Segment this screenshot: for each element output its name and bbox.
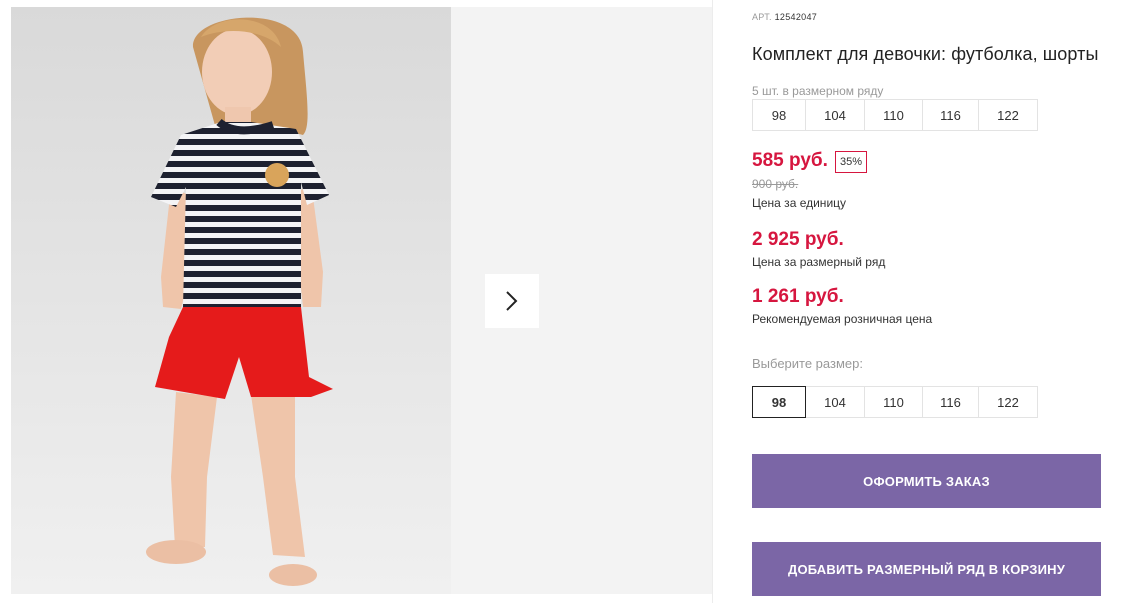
pack-size: 116 <box>922 99 979 131</box>
product-gallery <box>11 7 712 594</box>
discount-badge: 35% <box>835 151 868 173</box>
old-price: 900 руб. <box>752 177 799 191</box>
product-title: Комплект для девочки: футболка, шорты <box>752 44 1099 64</box>
size-option-116[interactable]: 116 <box>922 386 979 418</box>
sku: АРТ. 12542047 <box>752 12 817 22</box>
pack-price-caption: Цена за размерный ряд <box>752 255 886 269</box>
pack-size: 98 <box>752 99 806 131</box>
size-selector: 98 104 110 116 122 <box>752 386 1038 418</box>
retail-price: 1 261 руб. <box>752 286 844 307</box>
pack-size: 110 <box>864 99 923 131</box>
pack-price: 2 925 руб. <box>752 229 844 250</box>
order-button[interactable]: ОФОРМИТЬ ЗАКАЗ <box>752 454 1101 508</box>
choose-size-label: Выберите размер: <box>752 356 863 371</box>
product-photo-illustration <box>11 7 451 594</box>
retail-price-caption: Рекомендуемая розничная цена <box>752 312 933 326</box>
size-option-104[interactable]: 104 <box>805 386 865 418</box>
add-pack-to-cart-button[interactable]: ДОБАВИТЬ РАЗМЕРНЫЙ РЯД В КОРЗИНУ <box>752 542 1101 596</box>
pack-note: 5 шт. в размерном ряду <box>752 84 884 98</box>
divider <box>712 0 713 603</box>
unit-price: 585 руб. <box>752 150 828 171</box>
pack-size-list: 98 104 110 116 122 <box>752 99 1038 131</box>
sku-label: АРТ. <box>752 12 772 22</box>
sku-number: 12542047 <box>774 12 818 22</box>
chevron-right-icon <box>506 291 518 311</box>
size-option-122[interactable]: 122 <box>978 386 1038 418</box>
unit-price-caption: Цена за единицу <box>752 196 847 210</box>
gallery-next-button[interactable] <box>485 274 539 328</box>
pack-size: 122 <box>978 99 1038 131</box>
product-photo[interactable] <box>11 7 451 594</box>
size-option-110[interactable]: 110 <box>864 386 923 418</box>
size-option-98[interactable]: 98 <box>752 386 806 418</box>
pack-size: 104 <box>805 99 865 131</box>
